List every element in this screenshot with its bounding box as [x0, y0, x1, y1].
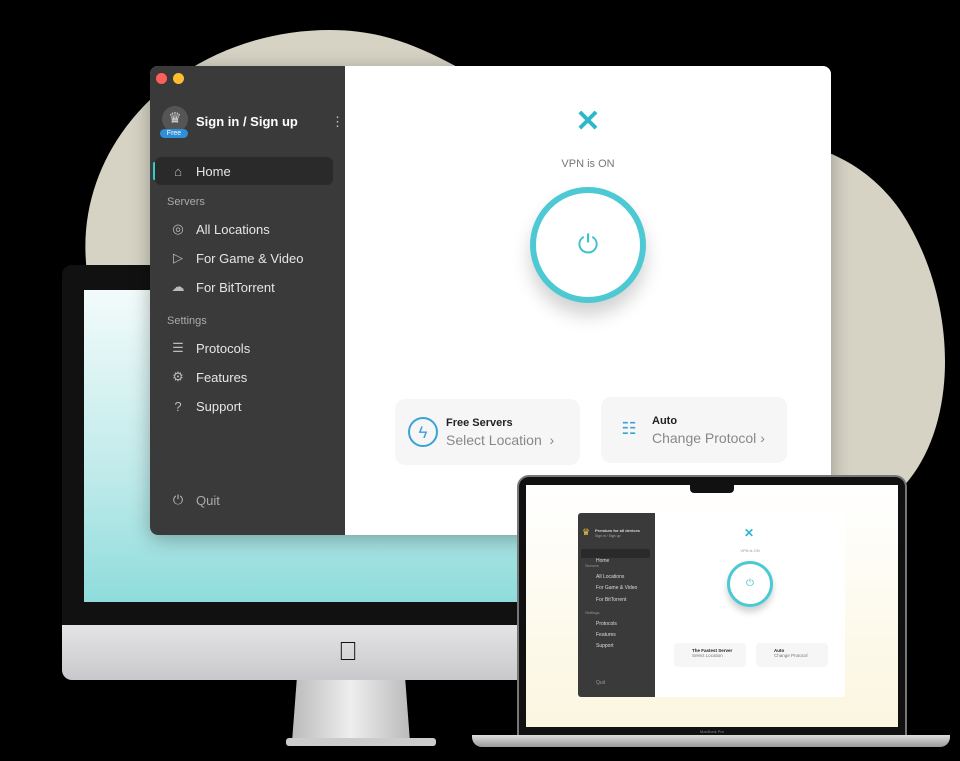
card-title: Free Servers	[446, 416, 513, 429]
lightning-icon: ϟ	[408, 417, 438, 447]
select-location-card[interactable]: The Fastest Server Select Location	[674, 643, 746, 667]
vpn-app-window: ♛ Free Sign in / Sign up ⋮ ⌂ Home Servers…	[150, 66, 831, 535]
globe-icon: ◎	[172, 221, 184, 236]
sidebar-item-bittorrent[interactable]: For BitTorrent	[596, 597, 626, 603]
toggle-icon: ☷	[621, 419, 637, 438]
imac-chin	[62, 625, 532, 680]
sidebar-item-label: All Locations	[196, 221, 270, 237]
account-title: Premium for all devices	[595, 528, 640, 533]
help-icon: ?	[174, 398, 182, 414]
chevron-right-icon: ›	[545, 431, 555, 448]
power-icon: ⏻	[577, 229, 599, 259]
sidebar-item-home[interactable]: Home	[581, 549, 650, 564]
sidebar-item-features[interactable]: ⚙ Features	[155, 363, 333, 391]
sidebar-item-label: Features	[196, 369, 248, 385]
sidebar-item-label: Home	[196, 163, 231, 179]
sidebar-item-home[interactable]: ⌂ Home	[155, 157, 333, 185]
chevron-right-icon: ›	[760, 429, 765, 446]
power-toggle-button[interactable]: ⏻	[727, 561, 773, 607]
sidebar-item-support[interactable]: Support	[596, 643, 614, 649]
imac-stand	[292, 680, 410, 742]
card-title: Auto	[652, 414, 678, 427]
crown-icon: ♛	[582, 527, 591, 537]
sidebar-item-label: For Game & Video	[196, 250, 304, 266]
select-location-card[interactable]: ϟ Free Servers Select Location ›	[395, 399, 580, 465]
sidebar-item-bittorrent[interactable]: ☁ For BitTorrent	[155, 273, 333, 301]
sidebar-item-protocols[interactable]: ☰ Protocols	[155, 334, 333, 362]
sidebar-item-all-locations[interactable]: All Locations	[596, 574, 624, 580]
close-window-button[interactable]	[156, 73, 167, 84]
vpn-status: VPN is ON	[561, 158, 615, 170]
app-logo-icon: ✕	[575, 105, 601, 138]
power-icon: ⏻	[172, 492, 184, 507]
sidebar-item-protocols[interactable]: Protocols	[596, 621, 617, 627]
power-toggle-button[interactable]: ⏻	[530, 187, 646, 303]
sidebar-item-game-video[interactable]: For Game & Video	[596, 585, 637, 591]
minimize-window-button[interactable]	[173, 73, 184, 84]
sidebar-item-support[interactable]: ? Support	[155, 392, 333, 420]
protocol-icon: ☰	[172, 340, 184, 355]
settings-heading: Settings	[167, 315, 207, 327]
quit-button[interactable]: ⏻ Quit	[155, 486, 333, 514]
sidebar-item-all-locations[interactable]: ◎ All Locations	[155, 215, 333, 243]
quit-label: Quit	[196, 492, 220, 508]
sidebar-item-label: Support	[196, 398, 242, 414]
vpn-status: VPN is ON	[740, 548, 760, 553]
imac-stand-foot	[286, 738, 436, 746]
laptop-sidebar: ♛ Premium for all devices Sign in / Sign…	[578, 513, 655, 697]
card-subtitle: Select Location	[446, 431, 542, 448]
sidebar-item-label: Protocols	[196, 340, 251, 356]
change-protocol-card[interactable]: ☷ Auto Change Protocol ›	[601, 397, 787, 463]
sidebar-item-game-video[interactable]: ▷ For Game & Video	[155, 244, 333, 272]
gear-icon: ⚙	[172, 369, 184, 384]
home-icon: ⌂	[174, 163, 182, 179]
settings-heading: Settings	[585, 610, 600, 615]
app-logo-icon: ✕	[744, 526, 755, 540]
sign-in-link[interactable]: Sign in / Sign up	[595, 534, 621, 538]
servers-heading: Servers	[167, 196, 205, 208]
laptop-brand-label: MacBook Pro	[699, 729, 724, 734]
laptop-vpn-app-window: ♛ Premium for all devices Sign in / Sign…	[578, 513, 845, 697]
change-protocol-card[interactable]: Auto Change Protocol	[756, 643, 828, 667]
sidebar: ♛ Free Sign in / Sign up ⋮ ⌂ Home Servers…	[150, 66, 345, 535]
cloud-download-icon: ☁	[171, 279, 185, 294]
card-subtitle: Change Protocol	[774, 653, 808, 658]
quit-button[interactable]: Quit	[596, 680, 605, 686]
apple-logo-icon: 	[336, 637, 360, 665]
sign-in-link[interactable]: Sign in / Sign up	[196, 114, 298, 129]
card-subtitle: Change Protocol	[652, 429, 757, 446]
sidebar-item-label: For BitTorrent	[196, 279, 275, 295]
play-icon: ▷	[173, 250, 183, 265]
servers-heading: Servers	[585, 563, 599, 568]
card-subtitle: Select Location	[692, 653, 723, 658]
kebab-icon[interactable]: ⋮	[331, 114, 344, 130]
laptop-base	[472, 735, 950, 747]
laptop-notch	[690, 485, 734, 493]
free-badge: Free	[160, 129, 188, 138]
sidebar-item-features[interactable]: Features	[596, 632, 616, 638]
